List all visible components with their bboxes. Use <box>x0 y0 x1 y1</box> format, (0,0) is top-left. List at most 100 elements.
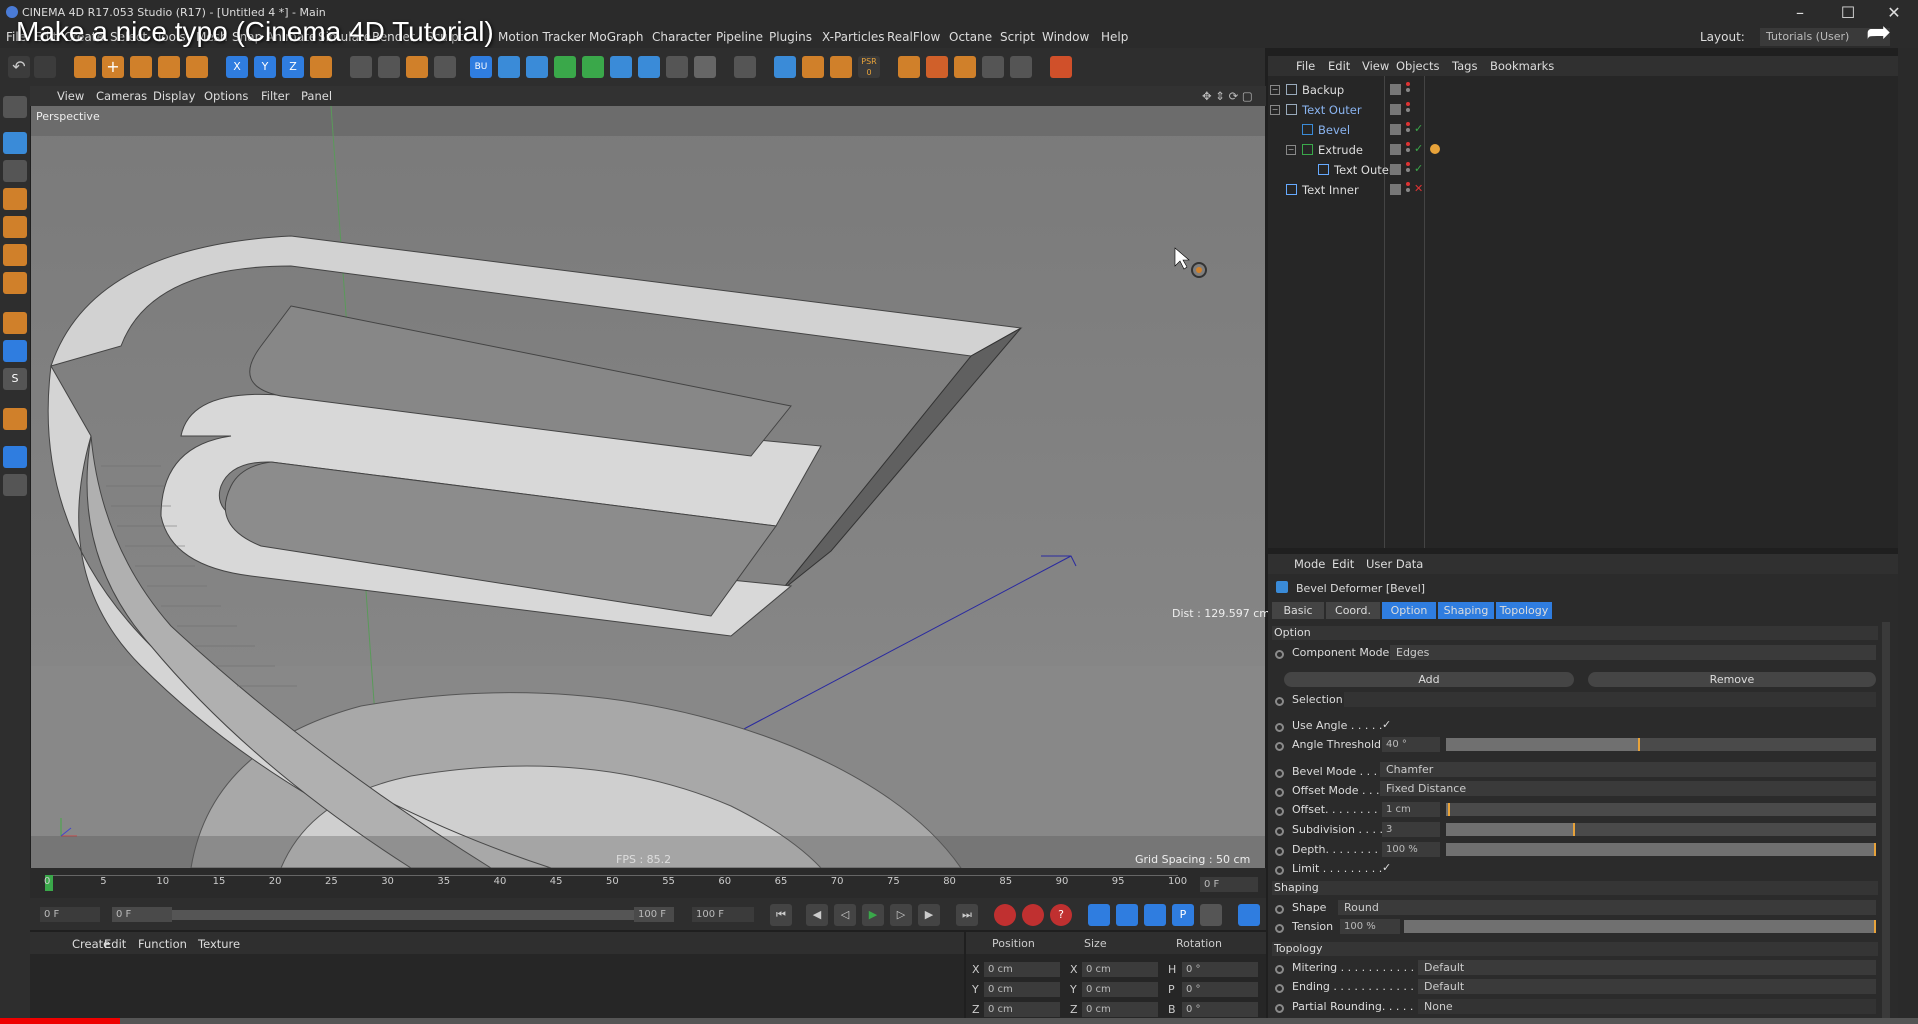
object-name[interactable]: Extrude <box>1318 143 1363 157</box>
stop-icon[interactable] <box>1050 56 1072 78</box>
start-frame-field[interactable]: 0 F <box>40 907 100 922</box>
key-scale-icon[interactable] <box>1116 904 1138 926</box>
shape-dropdown[interactable]: Round <box>1338 900 1876 915</box>
am-menu-mode[interactable]: Mode <box>1294 557 1325 571</box>
viewport-menu-panel[interactable]: Panel <box>301 89 332 103</box>
layer-icon[interactable] <box>1390 124 1401 135</box>
x-axis-icon[interactable]: X <box>226 56 248 78</box>
texture-mode-icon[interactable] <box>3 160 27 182</box>
go-to-end-icon[interactable]: ⏭ <box>956 904 978 926</box>
visibility-dots-icon[interactable] <box>1406 102 1410 116</box>
viewport-menu-cameras[interactable]: Cameras <box>96 89 147 103</box>
workplane-icon[interactable] <box>3 188 27 210</box>
offset-mode-radio[interactable] <box>1275 788 1284 797</box>
coord-size-field[interactable]: 0 cm <box>1082 962 1158 977</box>
om-menu-objects[interactable]: Objects <box>1396 59 1439 73</box>
ending-radio[interactable] <box>1275 984 1284 993</box>
expand-toggle-icon[interactable]: − <box>1270 85 1280 95</box>
visibility-dots-icon[interactable] <box>1406 142 1410 156</box>
coord-size-field[interactable]: 0 cm <box>1082 1002 1158 1017</box>
viewport-nav-icons[interactable]: ✥ ⇕ ⟳ ▢ <box>1202 89 1253 103</box>
coord-rotation-field[interactable]: 0 ° <box>1182 962 1258 977</box>
material-menu-texture[interactable]: Texture <box>198 937 240 951</box>
expand-toggle-icon[interactable]: − <box>1270 105 1280 115</box>
undo-icon[interactable]: ↶ <box>8 56 30 78</box>
bevel-mode-dropdown[interactable]: Chamfer <box>1380 762 1876 777</box>
video-progress-track[interactable] <box>120 1018 1918 1024</box>
pen-spline-icon[interactable] <box>526 56 548 78</box>
offset-field[interactable]: 1 cm <box>1382 802 1440 817</box>
subdivision-icon[interactable] <box>554 56 576 78</box>
am-menu-edit[interactable]: Edit <box>1332 557 1354 571</box>
render-view-icon[interactable] <box>378 56 400 78</box>
move-icon[interactable]: + <box>102 56 124 78</box>
array-icon[interactable] <box>582 56 604 78</box>
make-editable-icon[interactable] <box>3 96 27 118</box>
render-settings-icon[interactable] <box>434 56 456 78</box>
remove-button[interactable]: Remove <box>1588 672 1876 687</box>
symmetry-icon[interactable] <box>954 56 976 78</box>
phong-tag-icon[interactable] <box>1430 144 1440 154</box>
coord-position-field[interactable]: 0 cm <box>984 1002 1060 1017</box>
coord-rotation-field[interactable]: 0 ° <box>1182 982 1258 997</box>
subdivision-radio[interactable] <box>1275 827 1284 836</box>
deformer-icon[interactable] <box>610 56 632 78</box>
next-frame-icon[interactable]: ▷ <box>890 904 912 926</box>
lock-icon[interactable] <box>1010 56 1032 78</box>
om-menu-file[interactable]: File <box>1296 59 1315 73</box>
material-menu-edit[interactable]: Edit <box>104 937 126 951</box>
end-frame-field[interactable]: 100 F <box>692 907 754 922</box>
psr-icon[interactable]: PSR 0 <box>858 56 880 78</box>
key-position-icon[interactable] <box>1088 904 1110 926</box>
key-parameter-icon[interactable]: P <box>1172 904 1194 926</box>
enabled-check-icon[interactable]: ✓ <box>1414 162 1423 175</box>
autokey-icon[interactable] <box>1022 904 1044 926</box>
layer-icon[interactable] <box>1390 104 1401 115</box>
om-menu-edit[interactable]: Edit <box>1328 59 1350 73</box>
om-menu-bookmarks[interactable]: Bookmarks <box>1490 59 1554 73</box>
menu-window[interactable]: Window <box>1042 30 1089 44</box>
layer-icon[interactable] <box>1390 164 1401 175</box>
layer-icon[interactable] <box>1390 184 1401 195</box>
viewport-menu-filter[interactable]: Filter <box>261 89 289 103</box>
cube-icon[interactable] <box>498 56 520 78</box>
tension-radio[interactable] <box>1275 924 1284 933</box>
object-name[interactable]: Text Outer <box>1334 163 1394 177</box>
minimize-button[interactable]: – <box>1780 2 1820 24</box>
soft-selection-icon[interactable] <box>3 408 27 430</box>
current-frame-field[interactable]: 0 F <box>1200 877 1258 892</box>
grid-tool-icon[interactable] <box>982 56 1004 78</box>
partial-rounding-field[interactable]: None <box>1418 999 1876 1014</box>
partial-rounding-radio[interactable] <box>1275 1004 1284 1013</box>
floor-icon[interactable] <box>638 56 660 78</box>
octane-live-icon[interactable] <box>774 56 796 78</box>
tab-shaping[interactable]: Shaping <box>1438 602 1494 619</box>
octane-settings-icon[interactable] <box>802 56 824 78</box>
extrude-tool-icon[interactable] <box>926 56 948 78</box>
edges-mode-icon[interactable] <box>3 244 27 266</box>
menu-x-particles[interactable]: X-Particles <box>822 30 885 44</box>
angle-threshold-slider[interactable] <box>1446 738 1876 751</box>
points-mode-icon[interactable] <box>3 216 27 238</box>
right-tab-strip[interactable] <box>1898 48 1918 1024</box>
mitering-dropdown[interactable]: Default <box>1418 960 1876 975</box>
om-menu-tags[interactable]: Tags <box>1452 59 1477 73</box>
offset-mode-dropdown[interactable]: Fixed Distance <box>1380 781 1876 796</box>
om-menu-view[interactable]: View <box>1362 59 1389 73</box>
enabled-check-icon[interactable]: ✓ <box>1414 122 1423 135</box>
angle-threshold-field[interactable]: 40 ° <box>1382 737 1440 752</box>
menu-help[interactable]: Help <box>1101 30 1128 44</box>
viewport[interactable] <box>31 106 1265 868</box>
z-axis-icon[interactable]: Z <box>282 56 304 78</box>
coordinate-system-icon[interactable] <box>310 56 332 78</box>
use-angle-radio[interactable] <box>1275 723 1284 732</box>
tweak-mode-icon[interactable] <box>3 340 27 362</box>
bevel-mode-radio[interactable] <box>1275 769 1284 778</box>
limit-checkbox[interactable]: ✓ <box>1382 861 1391 874</box>
depth-slider[interactable] <box>1446 843 1876 856</box>
menu-character[interactable]: Character <box>652 30 711 44</box>
pythonscript-icon[interactable] <box>734 56 756 78</box>
tab-option[interactable]: Option <box>1382 602 1436 619</box>
depth-field[interactable]: 100 % <box>1382 842 1440 857</box>
coord-rotation-field[interactable]: 0 ° <box>1182 1002 1258 1017</box>
